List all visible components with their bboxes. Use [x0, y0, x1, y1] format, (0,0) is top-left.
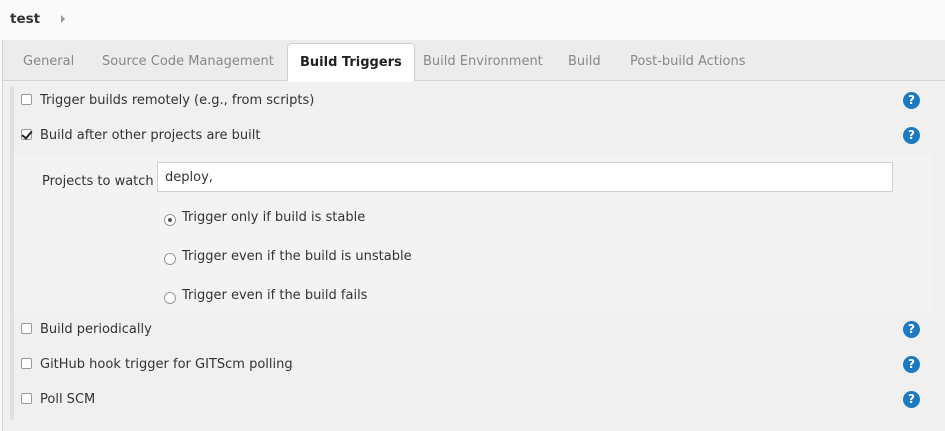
- help-icon[interactable]: ?: [903, 92, 920, 109]
- trigger-github-hook-row: GitHub hook trigger for GITScm polling ?: [0, 350, 943, 380]
- radio-unstable[interactable]: [164, 253, 176, 265]
- help-icon[interactable]: ?: [903, 127, 920, 144]
- trigger-github-hook-checkbox[interactable]: [21, 358, 32, 369]
- radio-stable-only[interactable]: [164, 214, 176, 226]
- help-icon[interactable]: ?: [903, 321, 920, 338]
- trigger-periodic-row: Build periodically ?: [0, 315, 943, 345]
- trigger-remote-label[interactable]: Trigger builds remotely (e.g., from scri…: [40, 93, 314, 108]
- trigger-periodic-label[interactable]: Build periodically: [40, 322, 152, 337]
- breadcrumb: test: [0, 0, 945, 39]
- help-icon[interactable]: ?: [903, 391, 920, 408]
- tab-build[interactable]: Build: [568, 54, 601, 69]
- breadcrumb-chevron-right-icon[interactable]: [61, 15, 65, 23]
- after-other-config: Projects to watch Trigger only if build …: [14, 154, 933, 313]
- radio-unstable-label[interactable]: Trigger even if the build is unstable: [182, 249, 412, 264]
- help-icon[interactable]: ?: [903, 356, 920, 373]
- tab-build-triggers[interactable]: Build Triggers: [287, 43, 415, 82]
- projects-to-watch-label: Projects to watch: [42, 174, 154, 189]
- projects-to-watch-input[interactable]: [157, 162, 893, 192]
- trigger-after-other-row: Build after other projects are built ?: [0, 121, 943, 151]
- radio-fails-label[interactable]: Trigger even if the build fails: [182, 288, 367, 303]
- trigger-after-other-label[interactable]: Build after other projects are built: [40, 128, 260, 143]
- trigger-github-hook-label[interactable]: GitHub hook trigger for GITScm polling: [40, 357, 293, 372]
- trigger-remote-checkbox[interactable]: [21, 94, 32, 105]
- tab-source-code-management[interactable]: Source Code Management: [102, 54, 274, 69]
- radio-fails[interactable]: [164, 292, 176, 304]
- tab-general[interactable]: General: [23, 54, 74, 69]
- tab-post-build-actions[interactable]: Post-build Actions: [630, 54, 745, 69]
- trigger-poll-scm-checkbox[interactable]: [21, 393, 32, 404]
- trigger-periodic-checkbox[interactable]: [21, 323, 32, 334]
- trigger-remote-row: Trigger builds remotely (e.g., from scri…: [0, 86, 943, 116]
- trigger-after-other-checkbox[interactable]: [21, 129, 32, 140]
- radio-stable-only-label[interactable]: Trigger only if build is stable: [182, 210, 365, 225]
- trigger-poll-scm-label[interactable]: Poll SCM: [40, 392, 95, 407]
- tab-build-environment[interactable]: Build Environment: [423, 54, 543, 69]
- config-tabbar: General Source Code Management Build Tri…: [3, 40, 945, 82]
- breadcrumb-project-title[interactable]: test: [10, 11, 40, 27]
- trigger-poll-scm-row: Poll SCM ?: [0, 385, 943, 415]
